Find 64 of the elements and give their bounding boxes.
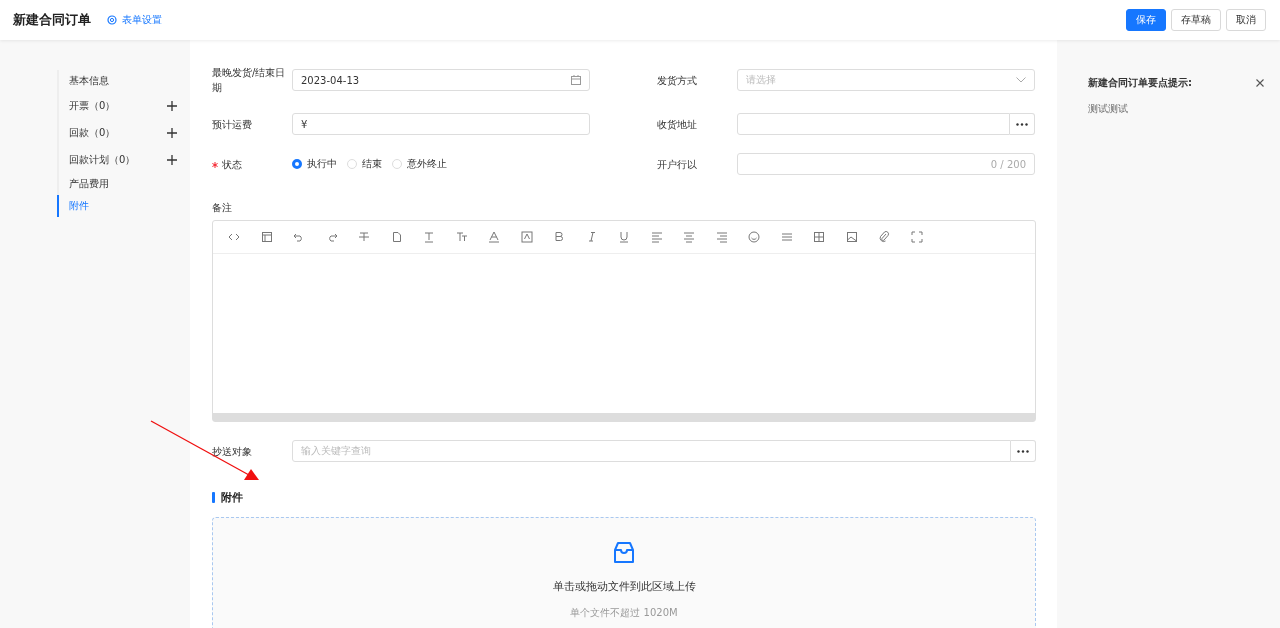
date-field[interactable]: 2023-04-13: [292, 69, 590, 91]
field-label: 发货方式: [657, 73, 698, 88]
plus-icon[interactable]: [167, 127, 177, 138]
more-button[interactable]: [1010, 113, 1035, 135]
header-button[interactable]: 取消: [1226, 9, 1266, 31]
inbox-icon: [612, 541, 636, 565]
upload-limit: 单个文件不超过 1020M: [570, 606, 678, 620]
more-icon: [1016, 122, 1028, 126]
font-size-icon[interactable]: [455, 231, 468, 243]
field-value: ¥: [301, 118, 308, 130]
bold-icon[interactable]: [553, 231, 565, 243]
tips-text: 测试测试: [1088, 102, 1129, 116]
placeholder-text: 输入关键字查询: [301, 444, 371, 458]
layout-icon[interactable]: [260, 231, 273, 243]
undo-icon[interactable]: [293, 231, 305, 243]
code-icon[interactable]: [228, 231, 240, 243]
field-value: 2023-04-13: [301, 74, 360, 86]
form-settings-link[interactable]: 表单设置: [107, 13, 162, 27]
nav-item[interactable]: 回款（0）: [69, 125, 116, 140]
strikethrough-icon[interactable]: [358, 231, 370, 243]
nav-item[interactable]: 产品费用: [69, 177, 109, 191]
nav-item[interactable]: 附件: [69, 199, 89, 213]
upload-dropzone[interactable]: 单击或拖动文件到此区域上传 单个文件不超过 1020M: [212, 517, 1036, 628]
plus-icon[interactable]: [167, 154, 177, 165]
input-field[interactable]: [737, 113, 1010, 135]
settings-icon: [107, 15, 117, 25]
fullscreen-icon[interactable]: [910, 231, 923, 243]
calendar-icon: [571, 75, 581, 85]
radio-option[interactable]: 意外终止: [392, 157, 447, 171]
radio-option[interactable]: 执行中: [292, 157, 337, 171]
paperclip-icon[interactable]: [878, 231, 890, 243]
radio-option[interactable]: 结束: [347, 157, 382, 171]
placeholder-text: 请选择: [746, 73, 776, 87]
field-label: 备注: [212, 201, 233, 215]
upload-hint: 单击或拖动文件到此区域上传: [552, 579, 696, 594]
field-label: 预计运费: [212, 117, 253, 132]
save-button[interactable]: 保存: [1126, 9, 1166, 31]
field-label: 状态: [222, 158, 242, 170]
nav-item[interactable]: 基本信息: [69, 74, 109, 88]
font-color-icon[interactable]: [488, 231, 500, 243]
nav-item[interactable]: 开票（0）: [69, 98, 116, 113]
field-label: 收货地址: [657, 117, 698, 132]
underline-icon[interactable]: [618, 231, 630, 243]
field-label: 抄送对象: [212, 444, 253, 459]
emoji-icon[interactable]: [748, 231, 760, 243]
document-icon[interactable]: [390, 231, 403, 243]
more-button[interactable]: [1011, 440, 1036, 462]
section-marker: [212, 492, 215, 503]
table-icon[interactable]: [813, 231, 825, 243]
input-field[interactable]: ¥: [292, 113, 590, 135]
plus-icon[interactable]: [167, 100, 177, 111]
close-icon[interactable]: [1256, 79, 1264, 87]
header-button[interactable]: 存草稿: [1171, 9, 1221, 31]
image-icon[interactable]: [845, 231, 858, 243]
field-label: 开户行以: [657, 157, 698, 172]
highlight-icon[interactable]: [520, 231, 533, 243]
field-label: 最晚发货/结束日期: [212, 66, 287, 95]
more-icon: [1017, 449, 1029, 453]
section-title: 附件: [221, 490, 243, 505]
tips-title: 新建合同订单要点提示:: [1088, 76, 1192, 90]
nav-item[interactable]: 回款计划（0）: [69, 152, 136, 167]
page-title: 新建合同订单: [13, 11, 91, 29]
chevron-down-icon: [1016, 77, 1026, 83]
char-counter: 0 / 200: [990, 158, 1026, 170]
